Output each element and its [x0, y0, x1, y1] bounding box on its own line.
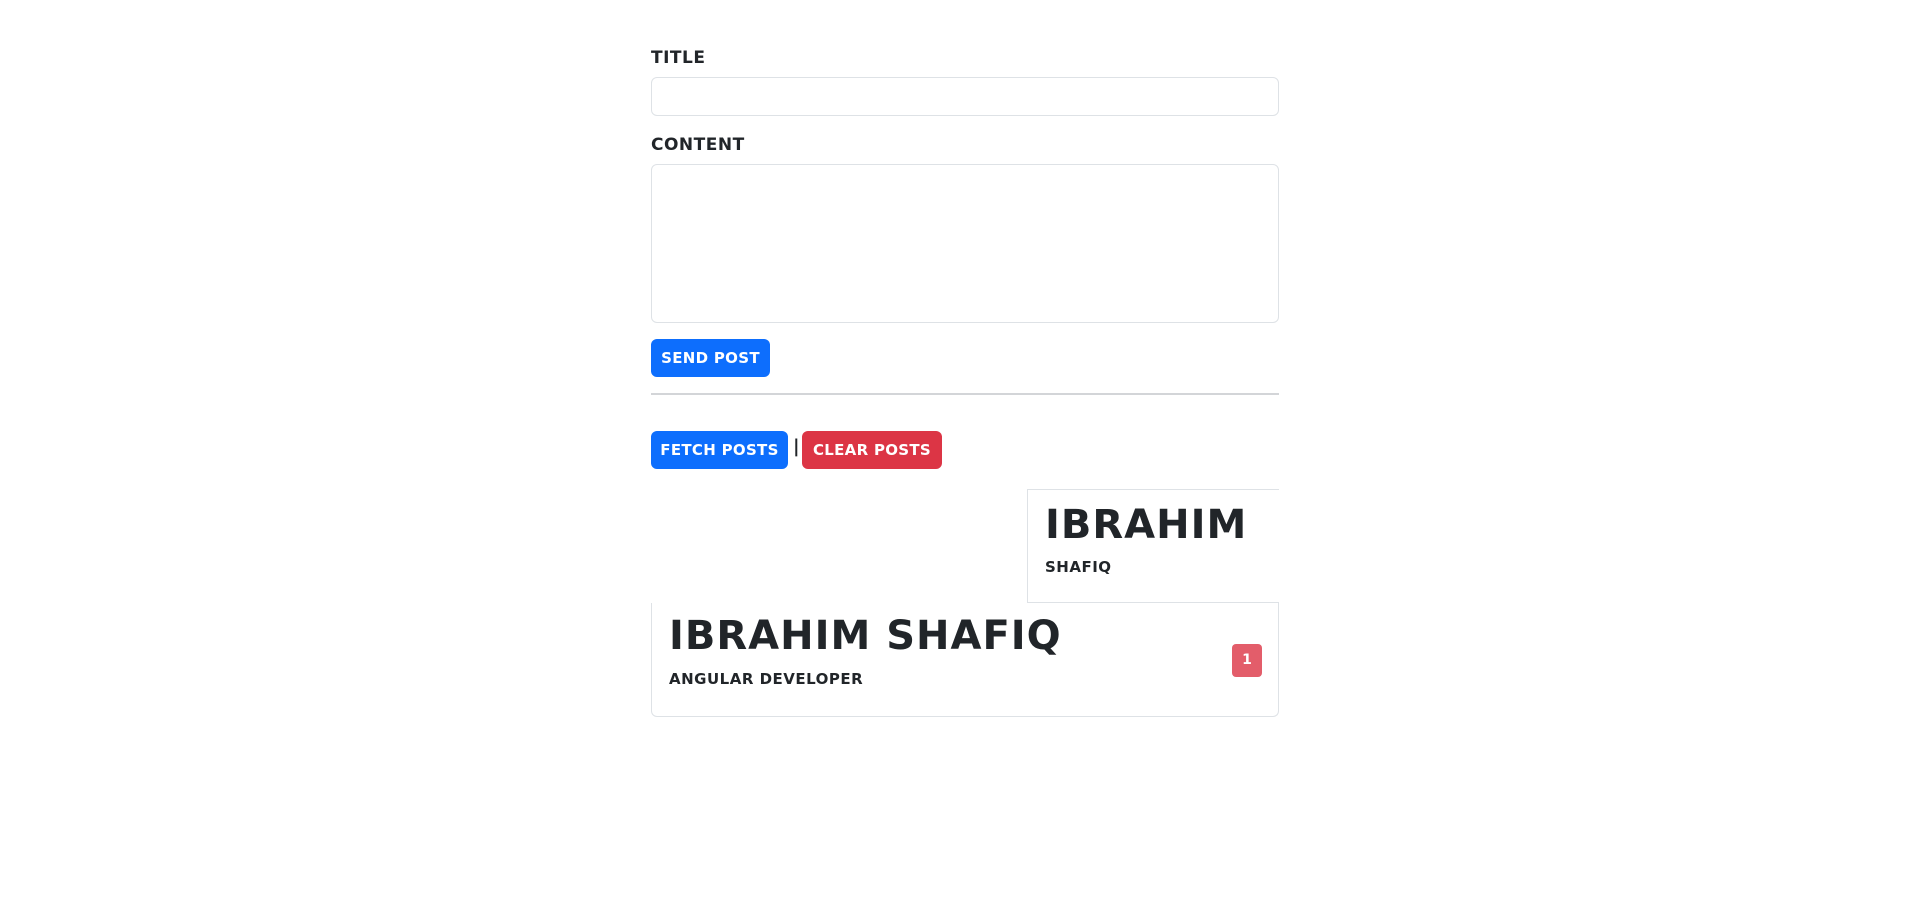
content-label: Content [651, 135, 745, 155]
divider [651, 393, 1279, 395]
title-label: Title [651, 48, 706, 68]
post-title: Ibrahim [1045, 502, 1248, 548]
post-badge[interactable]: 1 [1232, 644, 1262, 677]
send-post-button[interactable]: Send Post [651, 339, 770, 377]
clear-posts-button[interactable]: Clear Posts [802, 431, 942, 469]
button-separator: | [793, 436, 800, 457]
post-title: Ibrahim Shafiq [669, 613, 1062, 659]
fetch-posts-button[interactable]: Fetch Posts [651, 431, 788, 469]
post-card: Ibrahim Shafiq [1027, 489, 1279, 603]
title-input[interactable] [651, 77, 1279, 116]
post-content: Angular Developer [669, 670, 864, 688]
post-card: Ibrahim Shafiq Angular Developer 1 [651, 603, 1279, 717]
content-textarea[interactable] [651, 164, 1279, 323]
post-content: Shafiq [1045, 558, 1112, 576]
